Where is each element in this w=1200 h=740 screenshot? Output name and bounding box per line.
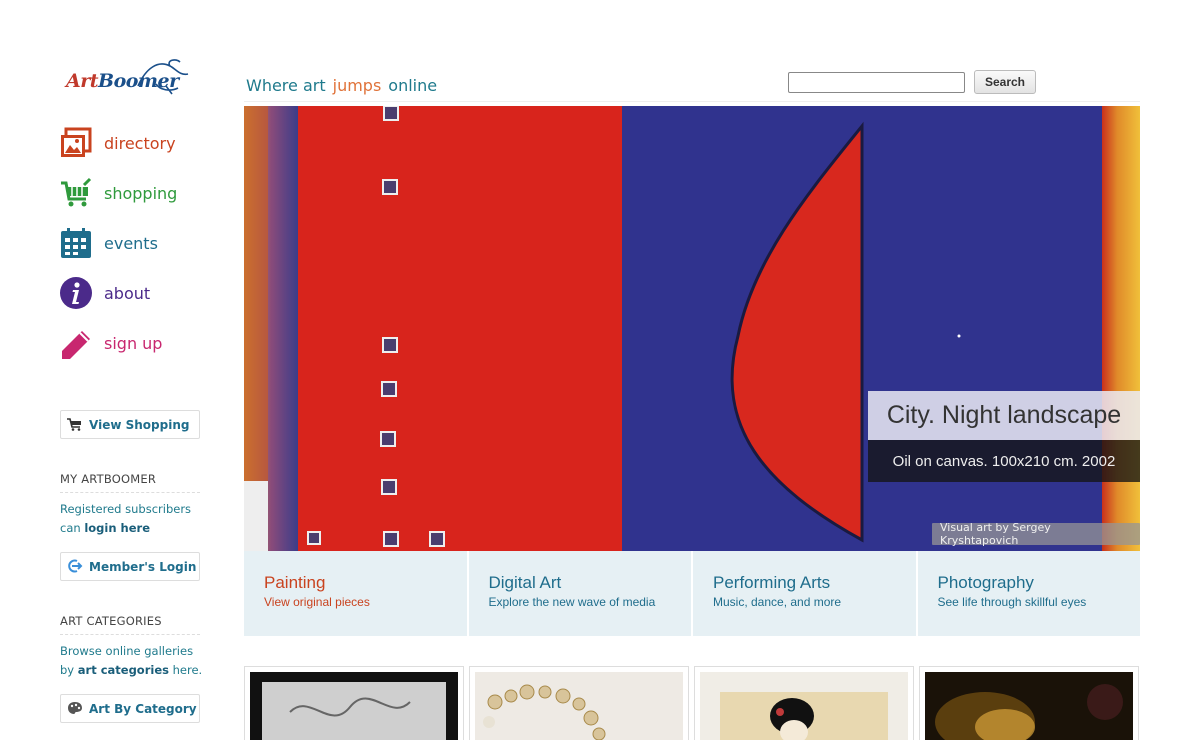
artboomer-logo[interactable]: ArtBoomer: [64, 56, 192, 102]
artwork-thumbnail-image: [475, 672, 683, 740]
artwork-thumbnail-image: [700, 672, 908, 740]
gallery-thumbnail[interactable]: [919, 666, 1139, 740]
nav-label: shopping: [104, 183, 178, 203]
category-subtitle: Music, dance, and more: [713, 595, 842, 609]
nav-label: sign up: [104, 333, 163, 353]
category-subtitle: See life through skillful eyes: [937, 595, 1087, 609]
nav-about[interactable]: about: [60, 276, 210, 310]
nav-directory[interactable]: directory: [60, 126, 210, 160]
art-categories-text-after: here.: [168, 663, 203, 677]
nav-label: directory: [104, 133, 176, 153]
category-title: Photography: [937, 573, 1034, 592]
artwork-description: Oil on canvas. 100x210 cm. 2002: [868, 440, 1140, 482]
pencil-icon: [60, 327, 92, 359]
tagline-part: online: [388, 76, 438, 95]
artwork-thumbnail-image: [925, 672, 1133, 740]
nav-label: events: [104, 233, 158, 253]
tagline-part: Where art: [246, 76, 326, 95]
palette-icon: [67, 701, 85, 717]
member-login-button[interactable]: Member's Login: [60, 552, 200, 581]
category-painting[interactable]: Painting View original pieces: [244, 551, 469, 636]
search-button[interactable]: Search: [974, 70, 1036, 94]
gallery-thumbnail[interactable]: [694, 666, 914, 740]
shopping-cart-icon: [60, 177, 92, 209]
art-categories-heading: ART CATEGORIES: [60, 614, 200, 635]
category-subtitle: Explore the new wave of media: [488, 595, 656, 609]
search-input[interactable]: [788, 72, 965, 93]
tagline-part: jumps: [332, 76, 382, 95]
category-digital-art[interactable]: Digital Art Explore the new wave of medi…: [468, 551, 693, 636]
site-tagline: Where art jumps online: [246, 76, 444, 95]
hero-slider[interactable]: City. Night landscape Oil on canvas. 100…: [244, 106, 1140, 551]
nav-sign-up[interactable]: sign up: [60, 326, 210, 360]
login-arrow-icon: [67, 559, 85, 575]
member-login-label: Member's Login: [89, 559, 197, 574]
category-title: Performing Arts: [713, 573, 831, 592]
my-artboomer-heading: MY ARTBOOMER: [60, 472, 200, 493]
login-here-link[interactable]: login here: [84, 521, 150, 535]
view-shopping-button[interactable]: View Shopping: [60, 410, 200, 439]
gallery-icon: [60, 127, 92, 159]
kangaroo-icon: [137, 59, 189, 95]
nav-label: about: [104, 283, 151, 303]
category-performing-arts[interactable]: Performing Arts Music, dance, and more: [693, 551, 918, 636]
artist-credit: Visual art by Sergey Kryshtapovich: [932, 521, 1140, 547]
hero-artwork-image: [244, 106, 1140, 551]
shopping-cart-icon: [67, 417, 85, 433]
calendar-icon: [60, 227, 92, 259]
info-icon: [60, 277, 92, 309]
art-by-category-label: Art By Category: [89, 701, 197, 716]
gallery-thumbnail[interactable]: [469, 666, 689, 740]
nav-shopping[interactable]: shopping: [60, 176, 210, 210]
artwork-title: City. Night landscape: [868, 391, 1140, 440]
my-artboomer-text: Registered subscribers can login here: [60, 500, 210, 538]
logo-word-art: Art: [66, 70, 99, 92]
art-by-category-button[interactable]: Art By Category: [60, 694, 200, 723]
category-tiles: Painting View original pieces Digital Ar…: [244, 551, 1140, 636]
gallery-thumbnail[interactable]: [244, 666, 464, 740]
category-title: Painting: [264, 573, 326, 592]
nav-events[interactable]: events: [60, 226, 210, 260]
artwork-thumbnail-image: [250, 672, 458, 740]
art-categories-link[interactable]: art categories: [78, 663, 169, 677]
top-divider: [244, 101, 1140, 102]
category-title: Digital Art: [488, 573, 562, 592]
category-photography[interactable]: Photography See life through skillful ey…: [917, 551, 1140, 636]
category-subtitle: View original pieces: [264, 595, 370, 609]
view-shopping-label: View Shopping: [89, 417, 190, 432]
art-categories-text: Browse online galleries by art categorie…: [60, 642, 210, 680]
